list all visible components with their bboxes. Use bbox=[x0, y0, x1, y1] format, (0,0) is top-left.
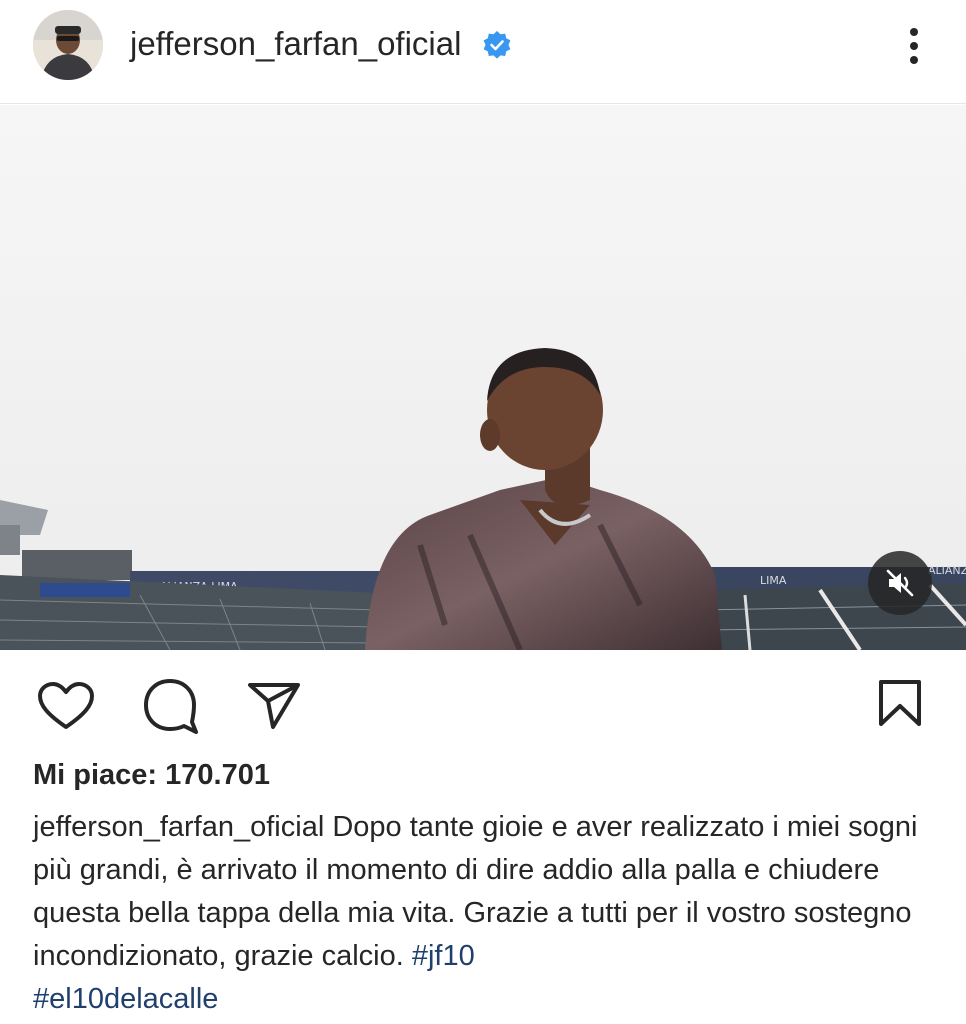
stadium-sign-right-2: ALIANZA bbox=[928, 564, 966, 577]
likes-count[interactable]: Mi piace: 170.701 bbox=[33, 757, 270, 793]
bookmark-icon[interactable] bbox=[876, 678, 924, 728]
video-frame: ALIANZA LIMA ALIANZA LIMA LIMA ALIANZA bbox=[0, 105, 966, 650]
avatar[interactable] bbox=[33, 10, 103, 80]
more-vertical-icon[interactable] bbox=[896, 24, 932, 68]
stadium-sign-right: LIMA bbox=[760, 574, 787, 587]
hashtag-el10delacalle[interactable]: #el10delacalle bbox=[33, 983, 218, 1015]
share-icon[interactable] bbox=[246, 679, 302, 731]
post-caption: jefferson_farfan_oficial Dopo tante gioi… bbox=[33, 806, 933, 1021]
mute-button[interactable] bbox=[868, 551, 932, 615]
heart-icon[interactable] bbox=[37, 681, 95, 731]
verified-badge-icon bbox=[483, 31, 511, 59]
comment-icon[interactable] bbox=[142, 678, 200, 734]
post-video[interactable]: ALIANZA LIMA ALIANZA LIMA LIMA ALIANZA bbox=[0, 105, 966, 650]
post-header: jefferson_farfan_oficial bbox=[0, 0, 966, 104]
speaker-muted-icon bbox=[886, 569, 914, 597]
caption-username[interactable]: jefferson_farfan_oficial bbox=[33, 811, 324, 843]
username[interactable]: jefferson_farfan_oficial bbox=[130, 24, 461, 64]
hashtag-jf10[interactable]: #jf10 bbox=[412, 940, 475, 972]
